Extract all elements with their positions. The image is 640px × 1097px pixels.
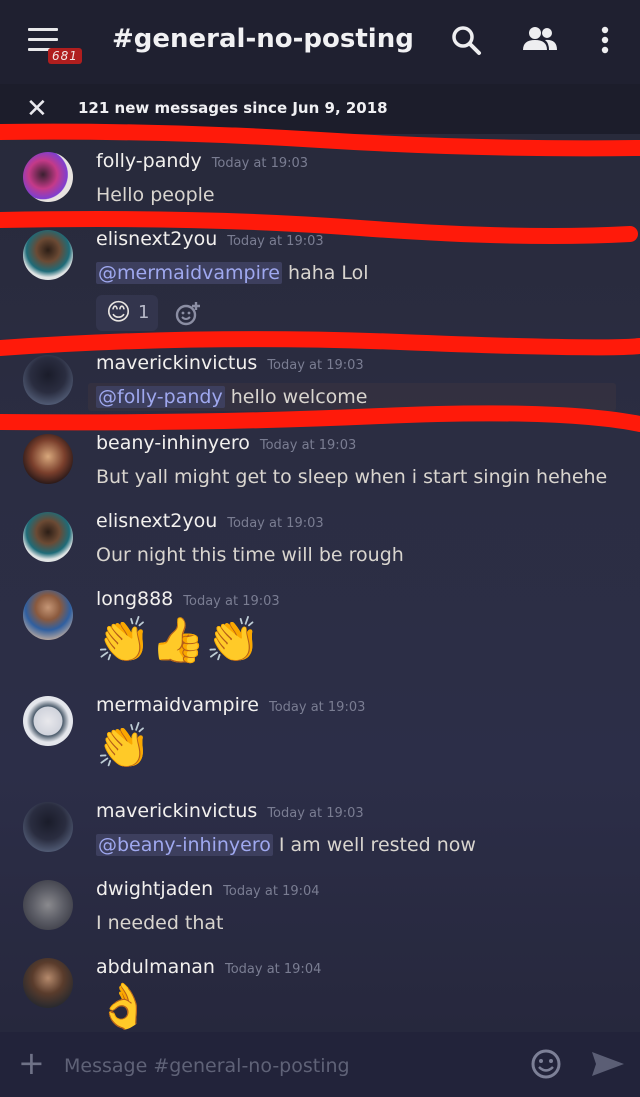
user-mention[interactable]: @mermaidvampire bbox=[96, 262, 282, 284]
ok-hand-emoji-icon: 👌 bbox=[96, 981, 151, 1032]
search-icon[interactable] bbox=[450, 24, 482, 56]
smile-emoji-icon: 😊 bbox=[106, 298, 132, 326]
author-name[interactable]: elisnext2you bbox=[96, 510, 217, 532]
clap-emoji-icon: 👏 bbox=[96, 721, 151, 772]
members-icon[interactable] bbox=[521, 26, 559, 52]
user-mention[interactable]: @folly-pandy bbox=[96, 386, 225, 408]
user-mention[interactable]: @beany-inhinyero bbox=[96, 834, 273, 856]
avatar[interactable] bbox=[23, 355, 73, 405]
message-text: haha Lol bbox=[281, 262, 369, 284]
new-messages-banner[interactable]: ✕ 121 new messages since Jun 9, 2018 bbox=[0, 84, 640, 134]
send-icon[interactable] bbox=[590, 1050, 626, 1078]
author-name[interactable]: maverickinvictus bbox=[96, 800, 257, 822]
author-name[interactable]: mermaidvampire bbox=[96, 694, 259, 716]
message-text: But yall might get to sleep when i start… bbox=[96, 466, 608, 488]
timestamp: Today at 19:03 bbox=[267, 806, 364, 821]
avatar[interactable] bbox=[23, 880, 73, 930]
notification-badge: 681 bbox=[48, 48, 82, 64]
author-name[interactable]: abdulmanan bbox=[96, 956, 215, 978]
avatar[interactable] bbox=[23, 152, 73, 202]
timestamp: Today at 19:03 bbox=[267, 358, 364, 373]
timestamp: Today at 19:03 bbox=[259, 438, 357, 453]
emoji-icon[interactable] bbox=[530, 1048, 562, 1080]
message-composer: + bbox=[0, 1032, 640, 1097]
avatar[interactable] bbox=[23, 958, 73, 1008]
avatar[interactable] bbox=[23, 230, 73, 280]
author-name[interactable]: maverickinvictus bbox=[96, 352, 257, 374]
avatar[interactable] bbox=[23, 802, 73, 852]
timestamp: Today at 19:03 bbox=[227, 516, 324, 531]
new-messages-text: 121 new messages since Jun 9, 2018 bbox=[78, 99, 388, 117]
message-text: I am well rested now bbox=[272, 834, 476, 856]
message-text: Our night this time will be rough bbox=[96, 544, 404, 566]
close-icon[interactable]: ✕ bbox=[26, 94, 48, 124]
more-icon[interactable] bbox=[600, 26, 610, 54]
clap-thumbs-emoji-icon: 👏👍👏 bbox=[96, 615, 261, 666]
avatar[interactable] bbox=[23, 512, 73, 562]
avatar[interactable] bbox=[23, 434, 73, 484]
author-name[interactable]: long888 bbox=[96, 588, 173, 610]
avatar[interactable] bbox=[23, 696, 73, 746]
channel-title: #general-no-posting bbox=[112, 24, 414, 54]
message-text: hello welcome bbox=[224, 386, 368, 408]
message-text: Hello people bbox=[96, 184, 215, 206]
timestamp: Today at 19:03 bbox=[211, 156, 309, 171]
timestamp: Today at 19:03 bbox=[227, 234, 324, 249]
add-reaction-icon[interactable] bbox=[175, 301, 201, 327]
avatar[interactable] bbox=[23, 590, 73, 640]
message-input[interactable] bbox=[62, 1050, 506, 1082]
timestamp: Today at 19:04 bbox=[224, 962, 322, 977]
reaction-chip[interactable]: 😊 1 bbox=[96, 295, 158, 331]
reaction-count: 1 bbox=[138, 302, 150, 323]
plus-icon[interactable]: + bbox=[18, 1044, 45, 1082]
author-name[interactable]: beany-inhinyero bbox=[96, 432, 250, 454]
author-name[interactable]: elisnext2you bbox=[96, 228, 217, 250]
author-name[interactable]: folly-pandy bbox=[96, 150, 202, 172]
timestamp: Today at 19:03 bbox=[183, 594, 280, 609]
timestamp: Today at 19:03 bbox=[268, 700, 366, 715]
timestamp: Today at 19:04 bbox=[223, 884, 320, 899]
author-name[interactable]: dwightjaden bbox=[96, 878, 213, 900]
top-bar: 681 #general-no-posting bbox=[0, 0, 640, 84]
message-text: I needed that bbox=[96, 912, 224, 934]
